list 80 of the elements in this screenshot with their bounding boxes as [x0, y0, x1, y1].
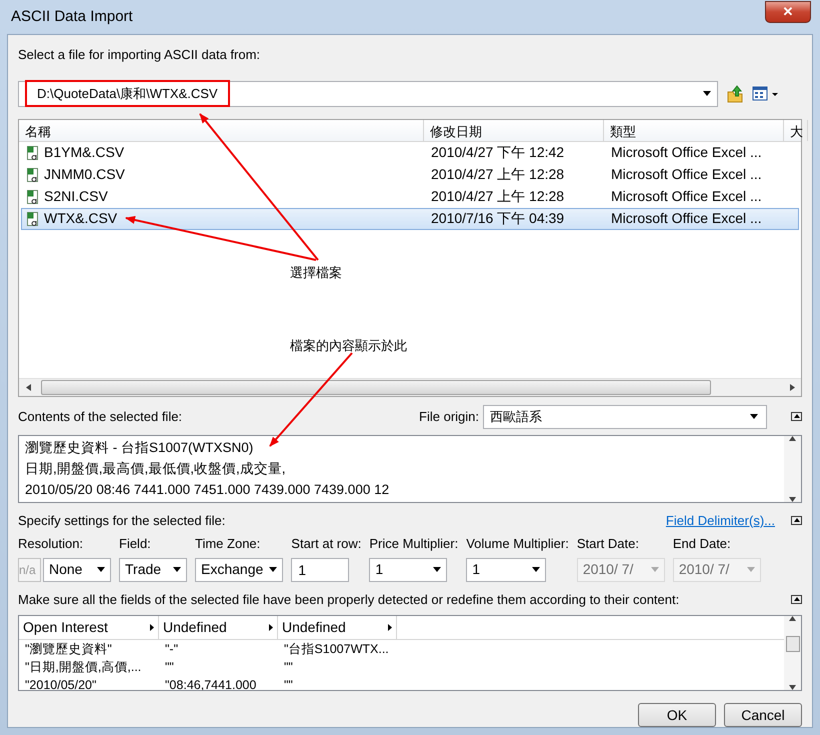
column-header[interactable]: 修改日期	[424, 120, 604, 140]
contents-label: Contents of the selected file:	[18, 408, 182, 426]
column-header[interactable]: Undefined	[159, 616, 278, 639]
grid-cell-text: ""	[283, 676, 294, 690]
scroll-up-icon[interactable]	[789, 616, 796, 621]
file-row[interactable]: B1YM&.CSV 2010/4/27 下午 12:42 Microsoft Office Excel ...	[21, 142, 799, 164]
grid-cell-text: "-"	[164, 640, 180, 658]
dropdown[interactable]: Trade	[119, 558, 187, 582]
view-menu-icon[interactable]	[752, 86, 780, 102]
callout-label: 選擇檔案	[290, 264, 342, 282]
field-label: Start at row:	[291, 535, 362, 553]
column-header[interactable]: Undefined	[278, 616, 397, 639]
field-label: Start Date:	[576, 535, 640, 553]
file-row[interactable]: WTX&.CSV 2010/7/16 下午 04:39 Microsoft Office Excel ...	[21, 208, 799, 230]
file-row[interactable]: S2NI.CSV 2010/4/27 上午 12:28 Microsoft Office Excel ...	[21, 186, 799, 208]
path-combobox[interactable]: D:\QuoteData\康和\WTX&.CSV	[18, 80, 718, 106]
caret-icon	[433, 567, 442, 572]
dropdown[interactable]: 1	[369, 558, 448, 582]
scroll-thumb[interactable]	[786, 636, 800, 652]
caret-icon	[650, 567, 659, 572]
content-line: 2010/05/20 08:46 7441.000 7451.000 7439.000 7439.000 12	[25, 480, 390, 499]
dropdown[interactable]: 1	[466, 558, 546, 582]
field-label: Time Zone:	[195, 535, 262, 553]
scroll-down-icon[interactable]	[789, 496, 796, 502]
disabled-field: n/a	[18, 558, 41, 582]
close-button[interactable]: ✕	[765, 1, 811, 23]
prompt-text: Select a file for importing ASCII data from:	[18, 46, 262, 64]
dialog-button[interactable]: Cancel	[724, 703, 802, 727]
grid-cell-text: "日期,開盤價,高價,...	[24, 658, 142, 676]
caret-icon	[703, 91, 711, 96]
content-line: 瀏覽歷史資料 - 台指S1007(WTXSN0)	[25, 438, 254, 457]
collapse-icon[interactable]	[791, 412, 802, 422]
dropdown[interactable]: Exchange	[195, 558, 284, 582]
dropdown[interactable]: None	[43, 558, 111, 582]
grid-cell-text: "瀏覽歷史資料"	[24, 640, 113, 658]
horizontal-scrollbar[interactable]	[19, 378, 801, 396]
column-menu-icon[interactable]	[388, 624, 392, 631]
column-header[interactable]: 名稱	[19, 120, 424, 140]
collapse-icon[interactable]	[791, 594, 802, 604]
grid-cell-text: "台指S1007WTX...	[283, 640, 390, 658]
scroll-up-icon[interactable]	[789, 436, 796, 441]
field-delimiter-link[interactable]: Field Delimiter(s)...	[666, 510, 775, 530]
grid-cell-text: "08:46,7441.000	[164, 676, 258, 690]
vertical-scrollbar[interactable]	[784, 436, 801, 502]
grid-cell-text: ""	[283, 658, 294, 676]
file-row[interactable]: JNMM0.CSV 2010/4/27 上午 12:28 Microsoft Office Excel ...	[21, 164, 799, 186]
dialog-button[interactable]: OK	[638, 703, 716, 727]
field-label: Volume Multiplier:	[466, 535, 569, 553]
scroll-down-icon[interactable]	[789, 685, 796, 690]
column-menu-icon[interactable]	[150, 624, 154, 631]
field-label: Resolution:	[18, 535, 84, 553]
window-title: ASCII Data Import	[11, 6, 133, 27]
up-folder-icon[interactable]	[726, 84, 744, 102]
content-line: 日期,開盤價,最高價,最低價,收盤價,成交量,	[25, 460, 287, 478]
file-origin-select[interactable]: 西歐語系	[483, 404, 767, 429]
field-label: Price Multiplier:	[369, 535, 458, 553]
collapse-icon[interactable]	[791, 516, 802, 525]
caret-icon	[97, 567, 105, 572]
column-header[interactable]: 大	[784, 120, 808, 140]
field-label: End Date:	[672, 535, 732, 553]
grid-cell-text: ""	[164, 658, 175, 676]
column-header[interactable]: Open Interest	[19, 616, 159, 639]
caret-icon	[746, 567, 755, 572]
scroll-right-icon[interactable]	[790, 384, 794, 391]
scroll-left-icon[interactable]	[26, 384, 30, 391]
caret-icon	[532, 567, 540, 572]
caret-icon	[269, 567, 278, 572]
path-text: D:\QuoteData\康和\WTX&.CSV	[25, 80, 230, 108]
caret-icon	[173, 567, 181, 572]
grid-cell-text: "2010/05/20"	[24, 676, 98, 690]
settings-label: Specify settings for the selected file:	[18, 512, 226, 530]
vertical-scrollbar[interactable]	[784, 616, 801, 690]
caret-icon	[750, 414, 758, 420]
callout-label: 檔案的內容顯示於此	[290, 337, 407, 355]
column-menu-icon[interactable]	[269, 624, 273, 631]
file-origin-label: File origin:	[419, 408, 479, 426]
input-field[interactable]: 1	[291, 558, 350, 582]
column-header[interactable]: 類型	[604, 120, 784, 140]
fields-instruction: Make sure all the fields of the selected file have been properly detected or redefine them according to their content:	[18, 590, 680, 609]
field-label: Field:	[119, 535, 152, 553]
